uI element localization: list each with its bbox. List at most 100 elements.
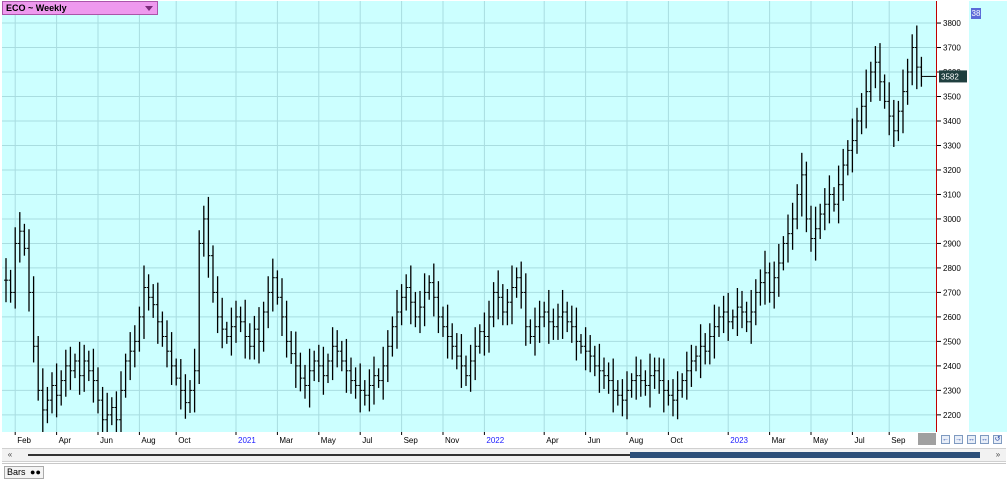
ohlc-bar (418, 290, 422, 334)
bottom-tab-bar: Bars ●● (2, 463, 1006, 479)
scroll-right-icon[interactable]: » (992, 450, 1004, 460)
ohlc-bar (188, 380, 192, 413)
horizontal-scrollbar[interactable]: « » (2, 448, 1006, 462)
ohlc-bar (422, 273, 427, 327)
date-tick-label: 2023 (730, 436, 748, 445)
ohlc-bar (238, 306, 243, 333)
ohlc-bar (753, 279, 758, 326)
ohlc-bar (436, 281, 441, 334)
ohlc-bar (487, 300, 491, 353)
scroll-forward-button[interactable]: ↔ (980, 435, 989, 444)
ohlc-bar (891, 99, 896, 147)
ohlc-bar (105, 392, 110, 432)
ohlc-bar (270, 258, 275, 312)
price-tick-label: 2500 (943, 337, 961, 346)
ohlc-bar (574, 307, 579, 361)
right-side-panel: 38 (969, 1, 1007, 432)
ohlc-bar (657, 357, 662, 394)
ohlc-bar (385, 330, 390, 383)
bars-tab-label: Bars (7, 467, 26, 477)
price-tick-label: 3000 (943, 215, 961, 224)
ohlc-bar (243, 299, 248, 359)
ohlc-bar (165, 320, 169, 368)
ohlc-bar (339, 340, 344, 372)
ohlc-bar (611, 358, 616, 413)
price-tick-label: 3800 (943, 19, 961, 28)
ohlc-bar (772, 261, 777, 309)
ohlc-bar (602, 357, 606, 389)
scroll-back-button[interactable]: ↔ (967, 435, 976, 444)
chevron-down-icon[interactable] (145, 6, 153, 11)
zoom-out-button[interactable]: ← (941, 435, 950, 444)
ohlc-bar (712, 304, 717, 359)
ohlc-bar (868, 61, 873, 102)
ohlc-bar (114, 391, 119, 432)
ohlc-bar (335, 330, 340, 368)
ohlc-bar (358, 363, 363, 413)
ohlc-bar (588, 335, 593, 373)
ohlc-bar (666, 380, 671, 406)
ohlc-bar (905, 58, 910, 105)
price-tick-label: 2200 (943, 411, 961, 420)
ohlc-bar (201, 205, 206, 257)
ohlc-bar (556, 303, 560, 340)
date-tick-label: Mar (772, 436, 786, 445)
price-tick-label: 3300 (943, 141, 961, 150)
ohlc-bar (730, 309, 735, 330)
ohlc-bar (128, 332, 133, 381)
ohlc-bar (119, 371, 123, 432)
ohlc-bar (542, 301, 547, 328)
date-tick-label: Jul (362, 436, 372, 445)
ohlc-bar (707, 323, 712, 365)
zoom-in-button[interactable]: → (954, 435, 963, 444)
date-tick-label: May (321, 436, 336, 445)
ohlc-bar (827, 175, 832, 224)
bars-tab[interactable]: Bars ●● (4, 466, 44, 479)
ohlc-bar (684, 351, 689, 400)
scroll-thumb[interactable] (630, 452, 980, 458)
ohlc-bar (698, 324, 703, 379)
ohlc-bar (910, 34, 915, 86)
ohlc-bar (643, 370, 648, 396)
ohlc-bar (901, 69, 905, 134)
ohlc-bar (445, 304, 450, 359)
ohlc-bar (648, 353, 652, 408)
price-tick-label: 3500 (943, 93, 961, 102)
ohlc-bar (206, 196, 211, 278)
ohlc-bar (758, 269, 763, 306)
ohlc-bar (27, 229, 31, 312)
date-tick-label: 2022 (486, 436, 504, 445)
price-tick-label: 3100 (943, 190, 961, 199)
ohlc-bar (40, 368, 45, 432)
ohlc-bar (620, 379, 625, 417)
ohlc-bar (224, 321, 229, 344)
ohlc-bar (353, 367, 358, 399)
chart-plot-area[interactable] (2, 1, 937, 432)
date-tick-label: Jun (100, 436, 113, 445)
date-tick-label: Oct (670, 436, 683, 445)
price-axis: 2200 2300 2400 2500 2600 2700 2800 2900 3000 3100… (937, 1, 969, 432)
ohlc-bar (261, 301, 266, 352)
ohlc-bar (638, 359, 643, 397)
ohlc-chart (2, 1, 936, 432)
ohlc-bar (579, 334, 583, 354)
ohlc-bar (215, 276, 220, 334)
ohlc-bar (8, 269, 13, 303)
ohlc-bar (841, 148, 846, 201)
symbol-title-dropdown[interactable]: ECO ~ Weekly (2, 1, 158, 15)
ohlc-bar (652, 357, 657, 389)
ohlc-bar (372, 356, 376, 405)
reset-view-button[interactable]: ↺ (993, 435, 1002, 444)
ohlc-bar (661, 358, 666, 413)
date-axis: Feb Apr Jun Aug Oct 2021 Mar May Jul Sep Nov 2022 Ap… (2, 432, 936, 446)
ohlc-bar (36, 336, 41, 401)
ohlc-bar (82, 344, 87, 392)
ohlc-bar (229, 307, 234, 356)
scroll-left-icon[interactable]: « (4, 450, 16, 460)
ohlc-bar (381, 346, 386, 400)
date-tick-label: Mar (279, 436, 293, 445)
ohlc-bar (427, 275, 432, 300)
ohlc-bar (528, 319, 533, 344)
price-axis-svg: 2200 2300 2400 2500 2600 2700 2800 2900 3000 3100… (937, 19, 967, 420)
panel-badge[interactable]: 38 (971, 8, 981, 19)
